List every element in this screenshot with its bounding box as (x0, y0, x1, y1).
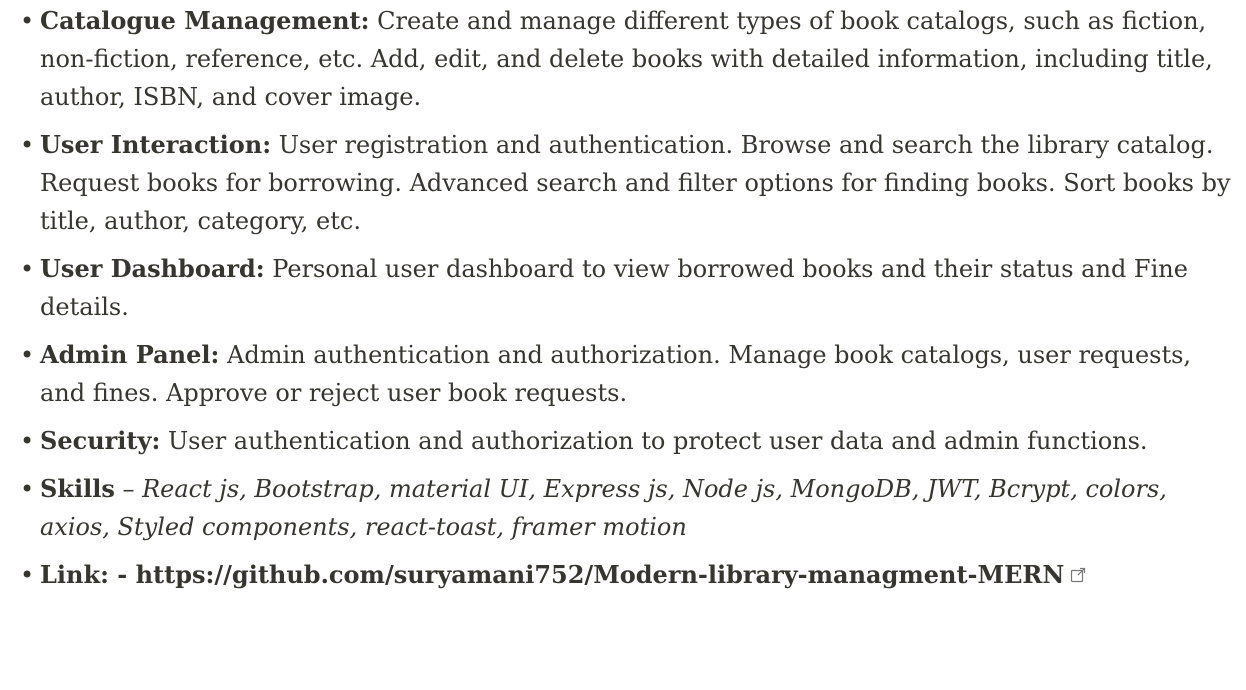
item-text: User authentication and authorization to… (160, 427, 1148, 455)
list-item-admin-panel: • Admin Panel: Admin authentication and … (16, 336, 1234, 412)
bullet: • (20, 475, 35, 503)
list-item-user-interaction: • User Interaction: User registration an… (16, 126, 1234, 240)
item-label: Catalogue Management: (40, 6, 370, 35)
list-item-skills: • Skills – React js, Bootstrap, material… (16, 470, 1234, 546)
feature-list: • Catalogue Management: Create and manag… (16, 0, 1234, 594)
github-link[interactable]: https://github.com/suryamani752/Modern-l… (136, 560, 1065, 589)
bullet: • (20, 7, 35, 35)
list-item-user-dashboard: • User Dashboard: Personal user dashboar… (16, 250, 1234, 326)
skills-dash: – (114, 475, 143, 503)
link-label: Link: - (40, 560, 136, 589)
item-label: Admin Panel: (40, 340, 220, 369)
bullet: • (20, 561, 35, 589)
item-label: User Dashboard: (40, 254, 265, 283)
list-item-security: • Security: User authentication and auth… (16, 422, 1234, 460)
bullet: • (20, 255, 35, 283)
skills-list: React js, Bootstrap, material UI, Expres… (40, 475, 1167, 541)
bullet: • (20, 341, 35, 369)
bullet: • (20, 427, 35, 455)
bullet: • (20, 131, 35, 159)
list-item-link: • Link: - https://github.com/suryamani75… (16, 556, 1234, 594)
skills-label: Skills (40, 474, 115, 503)
list-item-catalogue-management: • Catalogue Management: Create and manag… (16, 2, 1234, 116)
item-label: Security: (40, 426, 161, 455)
item-label: User Interaction: (40, 130, 272, 159)
document-body: • Catalogue Management: Create and manag… (0, 0, 1246, 594)
external-link-icon[interactable] (1070, 556, 1086, 594)
